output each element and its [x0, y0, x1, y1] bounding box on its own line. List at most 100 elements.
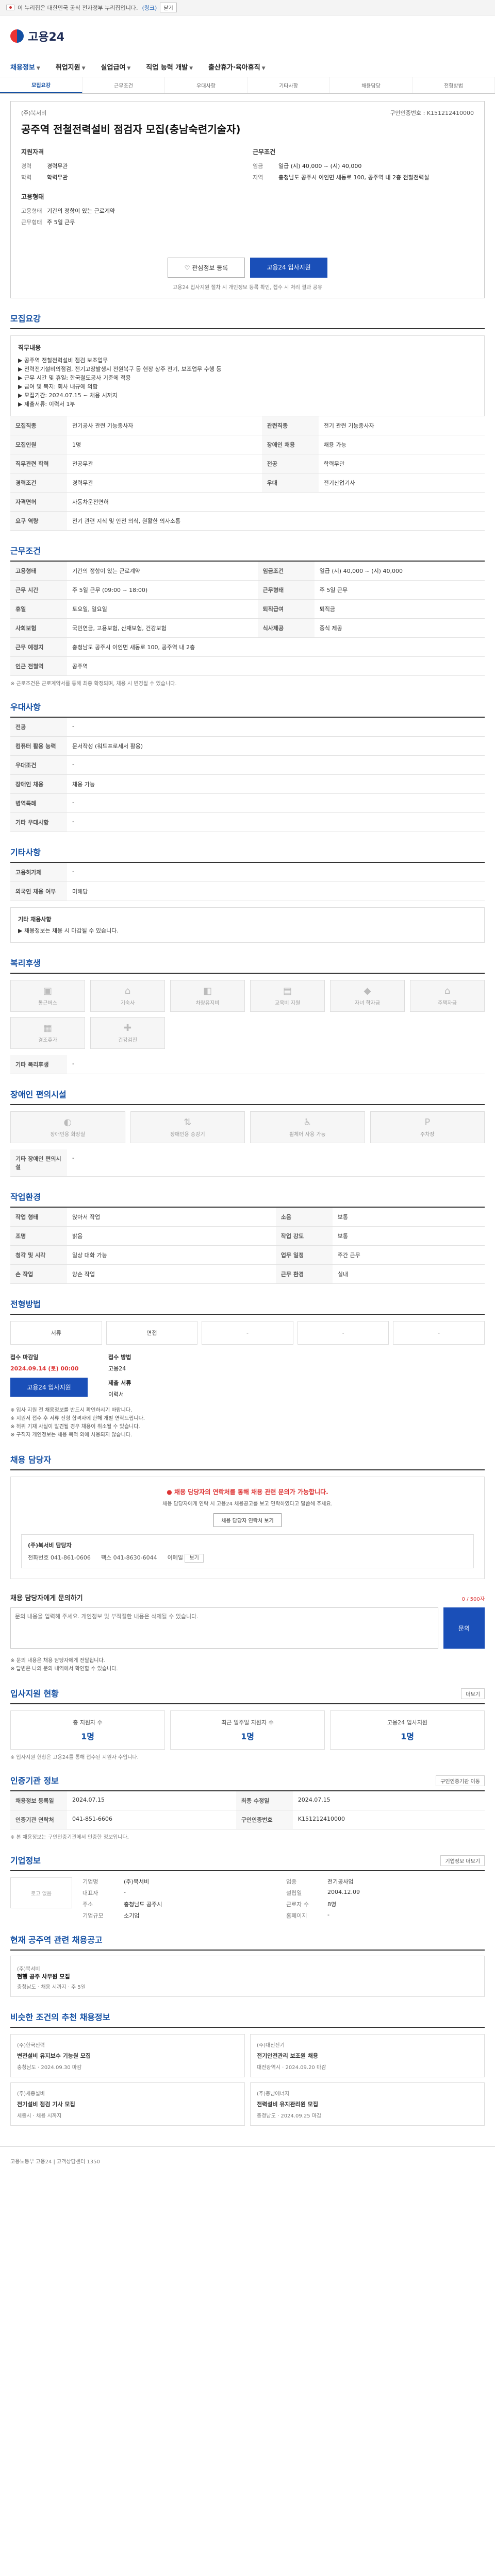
facility-item: P 주차장 — [370, 1111, 485, 1143]
scrap-button[interactable]: ♡ 관심정보 등록 — [168, 258, 245, 278]
stat-card: 최근 일주일 지원자 수 1명 — [170, 1710, 325, 1750]
apply-button[interactable]: 고용24 입사지원 — [250, 258, 327, 278]
process-apply-button[interactable]: 고용24 입사지원 — [10, 1378, 88, 1397]
email-view-button[interactable]: 보기 — [185, 1554, 204, 1563]
process-notes: ※ 입사 지원 전 채용정보를 반드시 확인하시기 바랍니다. ※ 지원서 접수… — [10, 1408, 145, 1438]
inquiry-send-button[interactable]: 문의 — [443, 1607, 485, 1649]
summary-qualification-head: 지원자격 — [21, 148, 44, 156]
section-title: 인증기관 정보 — [10, 1776, 59, 1786]
nav-job-info[interactable]: 채용정보 ▼ — [10, 62, 40, 72]
welfare-item: ⌂ 기숙사 — [90, 980, 165, 1012]
table-row: 경력조건 경력무관 우대 전기산업기사 — [10, 473, 485, 493]
summary-conditions-head: 근무조건 — [253, 148, 276, 156]
apply-note: 고용24 입사지원 절차 시 개인정보 등록 확인, 접수 시 처리 결과 공유 — [172, 285, 323, 291]
tab-etc[interactable]: 기타사항 — [248, 77, 330, 93]
table-row: 휴일 토요일, 일요일 퇴직급여 퇴직금 — [10, 599, 485, 619]
table-row: 채용정보 등록일 2024.07.15 최종 수정일 2024.07.15 — [10, 1791, 485, 1810]
table-row: 직무관련 학력 전공무관 전공 학력무관 — [10, 454, 485, 473]
table-row: 병역특례 - — [10, 793, 485, 813]
table-row: 고용형태 기간의 정함이 있는 근로계약 임금조건 일급 (시) 40,000 ~ (… — [10, 562, 485, 581]
tab-recruit[interactable]: 모집요강 — [0, 77, 82, 93]
elevator-icon: ⇅ — [184, 1117, 192, 1128]
banner-close-button[interactable]: 닫기 — [160, 3, 177, 12]
chevron-down-icon: ▼ — [81, 66, 86, 71]
related-job-card[interactable]: (주)북서비 현행 공주 사무원 모집 충청남도 · 채용 시까지 · 주 5일 — [10, 1956, 485, 1997]
heart-icon: ♡ — [184, 264, 192, 272]
welfare-item: ◧ 차량유지비 — [170, 980, 245, 1012]
table-row: 인증기관 연락처 041-851-6606 구인인증번호 K151212410000 — [10, 1810, 485, 1829]
section-tabs: 모집요강 근무조건 우대사항 기타사항 채용담당 전형방법 — [0, 77, 495, 94]
welfare-item: ▣ 통근버스 — [10, 980, 85, 1012]
manager-warning: ● 채용 담당자의 연락처를 통해 채용 관련 문의가 가능합니다. — [167, 1488, 328, 1496]
applicants-note: ※ 입사지원 현황은 고용24를 통해 접수된 지원자 수입니다. — [10, 1755, 139, 1760]
car-icon: ◧ — [203, 986, 212, 996]
site-header: 고용24 — [0, 15, 495, 57]
table-row: 손 작업 양손 작업 근무 환경 실내 — [10, 1264, 485, 1284]
pref-table: 전공 - 컴퓨터 활용 능력 문서작성 (워드프로세서 활용) 우대조건 - 장애인 … — [10, 718, 485, 832]
chevron-down-icon: ▼ — [36, 66, 40, 71]
tab-preferences[interactable]: 우대사항 — [165, 77, 248, 93]
etc-extra-text: ▶ 채용정보는 채용 시 마감될 수 있습니다. — [18, 927, 119, 934]
etc-table: 고용허가제 - 외국인 채용 여부 미해당 — [10, 863, 485, 901]
process-step: 서류 — [10, 1321, 102, 1345]
logo-text[interactable]: 고용24 — [28, 28, 64, 44]
section-title: 전형방법 — [10, 1297, 485, 1315]
welfare-item: ⌂ 주택자금 — [410, 980, 485, 1012]
similar-job-card[interactable]: (주)한국전력 변전설비 유지보수 기능원 모집 충청남도 · 2024.09.30… — [10, 2034, 245, 2077]
gov-notice-link[interactable]: (링크) — [142, 4, 157, 12]
parking-icon: P — [424, 1117, 431, 1128]
section-title: 장애인 편의시설 — [10, 1088, 485, 1105]
section-recruit: 모집요강 직무내용 ▶ 공주역 전철전력설비 점검 보조업무 ▶ 전력전기설비의… — [10, 312, 485, 531]
chevron-down-icon: ▼ — [261, 66, 266, 71]
section-title: 비슷한 조건의 추천 채용정보 — [10, 2010, 485, 2028]
inquiry-counter: 0 / 500자 — [461, 1597, 485, 1602]
section-title: 입사지원 현황 — [10, 1689, 59, 1699]
nav-employment-support[interactable]: 취업지원 ▼ — [56, 62, 86, 72]
etc-extra-head: 기타 채용사항 — [18, 916, 52, 923]
section-title: 채용 담당자 — [10, 1453, 485, 1470]
alert-icon: ● — [167, 1488, 174, 1496]
company-more-button[interactable]: 기업정보 더보기 — [440, 1855, 485, 1866]
inquiry-notes: ※ 문의 내용은 채용 담당자에게 전달됩니다. ※ 답변은 나의 문의 내역에… — [10, 1658, 118, 1672]
disability-other-table: 기타 장애인 편의시설 - — [10, 1149, 485, 1177]
similar-job-card[interactable]: (주)충남에너지 전력설비 유지관리원 모집 충청남도 · 2024.09.25 마… — [250, 2082, 485, 2126]
section-title: 현재 공주역 관련 채용공고 — [10, 1933, 485, 1951]
section-related: 현재 공주역 관련 채용공고 (주)북서비 현행 공주 사무원 모집 충청남도 … — [10, 1933, 485, 1997]
similar-job-card[interactable]: (주)세종설비 전기설비 점검 기사 모집 세종시 · 채용 시까지 — [10, 2082, 245, 2126]
chevron-down-icon: ▼ — [127, 66, 131, 71]
manager-phone[interactable]: 041-861-0606 — [51, 1554, 91, 1561]
method-block: 접수 방법 고용24 제출 서류 이력서 — [108, 1354, 131, 1398]
tab-process[interactable]: 전형방법 — [412, 77, 495, 93]
recruit-table: 모집직종 전기공사 관련 기능종사자 관련직종 전기 관련 기능종사자 모집인원 1명 장… — [10, 416, 485, 531]
table-row: 청각 및 시각 일상 대화 가능 업무 일정 주간 근무 — [10, 1245, 485, 1265]
section-title: 기타사항 — [10, 845, 485, 863]
similar-job-card[interactable]: (주)대전전기 전기안전관리 보조원 채용 대전광역시 · 2024.09.20 마… — [250, 2034, 485, 2077]
tab-manager[interactable]: 채용담당 — [330, 77, 412, 93]
nav-maternity-leave[interactable]: 출산휴가·육아휴직 ▼ — [208, 62, 266, 72]
section-welfare: 복리후생 ▣ 통근버스 ⌂ 기숙사 ◧ 차량유지비 ▤ 교육비 지원 ◆ 자녀 학자금 ⌂… — [10, 956, 485, 1074]
applicants-more-button[interactable]: 더보기 — [461, 1688, 485, 1699]
deadline-block: 접수 마감일 2024.09.14 (토) 00:00 고용24 입사지원 — [10, 1353, 88, 1398]
company-logo: 로고 없음 — [10, 1877, 72, 1908]
section-title: 우대사항 — [10, 700, 485, 718]
company-name[interactable]: (주)북서비 — [21, 109, 46, 117]
process-step: - — [393, 1321, 485, 1345]
nav-unemployment-benefit[interactable]: 실업급여 ▼ — [101, 62, 131, 72]
section-applicants: 입사지원 현황 더보기 총 지원자 수 1명 최근 일주일 지원자 수 1명 고용2… — [10, 1687, 485, 1760]
inquiry-title: 채용 담당자에게 문의하기 — [10, 1595, 83, 1602]
table-row: 기타 우대사항 - — [10, 812, 485, 832]
facility-item: ◐ 장애인용 화장실 — [10, 1111, 125, 1143]
manager-contact-button[interactable]: 채용 담당자 연락처 보기 — [213, 1513, 282, 1527]
inquiry-input[interactable] — [10, 1607, 438, 1649]
info-more-button[interactable]: 구인인증기관 이동 — [436, 1775, 485, 1786]
nav-vocational-training[interactable]: 직업 능력 개발 ▼ — [146, 62, 193, 72]
section-info: 인증기관 정보 구인인증기관 이동 채용정보 등록일 2024.07.15 최종 수… — [10, 1774, 485, 1840]
section-title: 작업환경 — [10, 1190, 485, 1208]
tab-work-conditions[interactable]: 근무조건 — [82, 77, 165, 93]
logo-icon[interactable] — [10, 29, 24, 43]
gov-notice: 이 누리집은 대한민국 공식 전자정부 누리집입니다. — [18, 4, 138, 11]
section-etc: 기타사항 고용허가제 - 외국인 채용 여부 미해당 기타 채용사항 ▶ 채용정보는… — [10, 845, 485, 943]
process-steps: 서류 면접 - - - — [10, 1321, 485, 1345]
section-manager: 채용 담당자 ● 채용 담당자의 연락처를 통해 채용 관련 문의가 가능합니다… — [10, 1453, 485, 1579]
disability-grid: ◐ 장애인용 화장실 ⇅ 장애인용 승강기 ♿ 휠체어 사용 가능 P 주차장 — [10, 1111, 485, 1143]
